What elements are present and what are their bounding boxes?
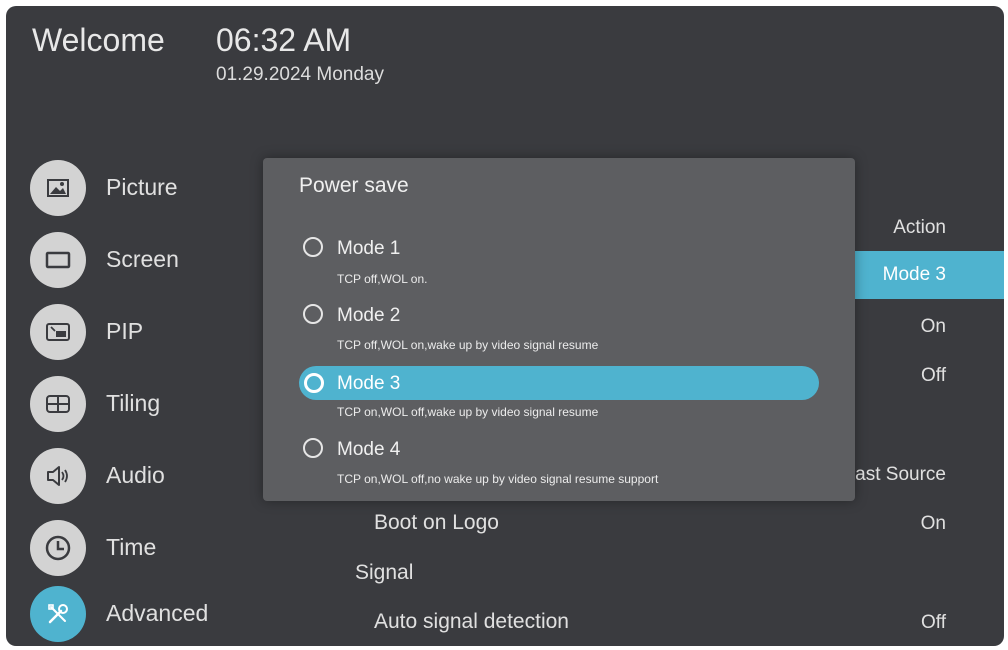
setting-boot-on-logo[interactable]: Boot on Logo [374, 511, 499, 535]
option-label: Mode 4 [337, 439, 401, 460]
sidebar-item-tiling[interactable]: Tiling [30, 376, 250, 436]
sidebar-item-screen[interactable]: Screen [30, 232, 250, 292]
sidebar-item-label: Audio [106, 462, 165, 488]
section-signal: Signal [355, 561, 414, 584]
setting-value-on[interactable]: On [921, 316, 946, 338]
setting-value-source[interactable]: ast Source [855, 464, 946, 486]
option-mode-2[interactable]: Mode 2 [299, 299, 819, 333]
option-mode-3[interactable]: Mode 3 [299, 366, 819, 400]
setting-auto-signal-detection[interactable]: Auto signal detection [374, 610, 569, 634]
clock-date: 01.29.2024 Monday [216, 64, 384, 85]
screen-icon [30, 232, 86, 288]
option-description: TCP on,WOL off,no wake up by video signa… [337, 472, 659, 486]
radio-unselected-icon [303, 304, 323, 324]
sidebar-item-advanced[interactable]: Advanced [30, 586, 250, 646]
tools-icon [30, 586, 86, 642]
option-mode-4[interactable]: Mode 4 [299, 433, 819, 467]
clock-time: 06:32 AM [216, 22, 352, 58]
setting-value-action[interactable]: Action [893, 217, 946, 239]
pip-icon [30, 304, 86, 360]
radio-selected-icon [304, 373, 324, 393]
radio-unselected-icon [303, 237, 323, 257]
welcome-text: Welcome [32, 22, 165, 58]
option-label: Mode 3 [337, 373, 401, 394]
option-label: Mode 2 [337, 305, 401, 326]
option-label: Mode 1 [337, 238, 401, 259]
setting-value-auto-signal[interactable]: Off [921, 612, 946, 634]
option-description: TCP off,WOL on,wake up by video signal r… [337, 338, 599, 352]
sidebar-item-picture[interactable]: Picture [30, 160, 250, 220]
sidebar-item-label: Tiling [106, 390, 161, 416]
setting-value-boot-logo[interactable]: On [921, 513, 946, 535]
option-description: TCP on,WOL off,wake up by video signal r… [337, 405, 599, 419]
setting-value-off[interactable]: Off [921, 365, 946, 387]
setting-value-power-save[interactable]: Mode 3 [851, 251, 1004, 299]
sidebar-item-label: Screen [106, 246, 179, 272]
sidebar-item-label: Picture [106, 174, 178, 200]
setting-value-label: Mode 3 [882, 264, 946, 285]
sidebar-item-time[interactable]: Time [30, 520, 250, 580]
sidebar-item-audio[interactable]: Audio [30, 448, 250, 508]
power-save-dialog: Power save Mode 1 TCP off,WOL on. Mode 2… [263, 158, 855, 501]
dialog-title: Power save [299, 174, 409, 197]
option-mode-1[interactable]: Mode 1 [299, 232, 819, 266]
picture-icon [30, 160, 86, 216]
clock-icon [30, 520, 86, 576]
audio-icon [30, 448, 86, 504]
tv-settings-screen: Welcome 06:32 AM 01.29.2024 Monday Pictu… [6, 6, 1004, 646]
sidebar-item-label: Time [106, 534, 157, 560]
option-description: TCP off,WOL on. [337, 272, 428, 286]
sidebar-item-label: Advanced [106, 600, 209, 626]
sidebar-item-label: PIP [106, 318, 144, 344]
radio-unselected-icon [303, 438, 323, 458]
sidebar-item-pip[interactable]: PIP [30, 304, 250, 364]
tiling-icon [30, 376, 86, 432]
